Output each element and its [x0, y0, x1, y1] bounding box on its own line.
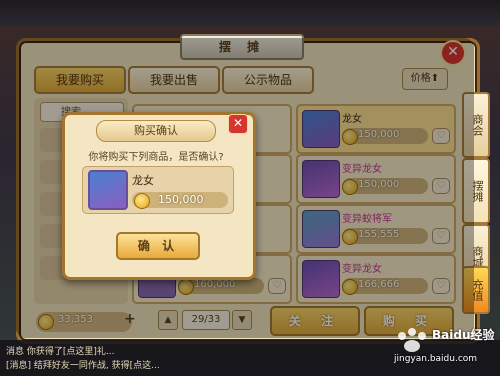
dialog-item-price: 150,000 — [158, 193, 204, 206]
baidu-watermark: Baidu经验 jingyan.baidu.com — [388, 322, 496, 370]
chat-line: [消息] 结拜好友一同作战, 获得[点这... — [6, 361, 160, 371]
dialog-message: 你将购买下列商品，是否确认? — [88, 152, 224, 163]
dialog-title: 购买确认 — [96, 120, 216, 142]
watermark-title: Baidu经验 — [432, 328, 495, 342]
pet-portrait — [88, 170, 128, 210]
dialog-close-icon[interactable]: ✕ — [228, 114, 248, 134]
dialog-item-name: 龙女 — [132, 174, 154, 187]
top-status-bar — [0, 0, 500, 26]
coin-icon — [134, 193, 150, 209]
watermark-url: jingyan.baidu.com — [394, 354, 478, 364]
chat-line: 消息 你获得了[点这里]礼... — [6, 347, 115, 357]
confirm-button[interactable]: 确 认 — [116, 232, 200, 260]
